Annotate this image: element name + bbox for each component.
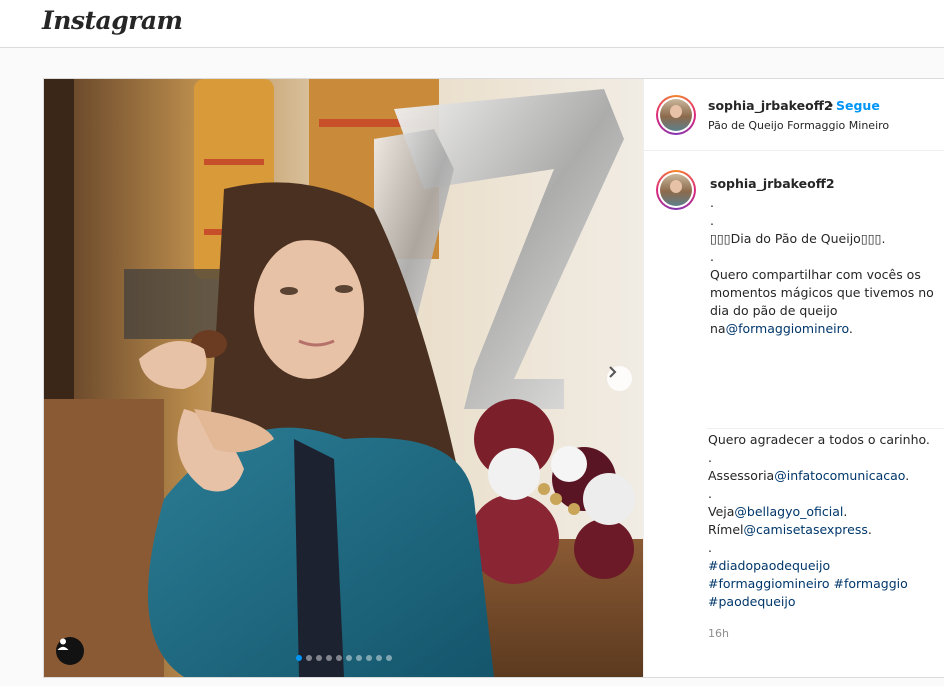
caption-line: . [708,485,712,503]
caption-line: #formaggiomineiro #formaggio [708,575,908,593]
carousel-dot [316,655,322,661]
caption-text: . [710,195,714,210]
carousel-indicators [296,655,392,661]
caption-line: . [708,539,712,557]
caption-text: na [710,321,726,336]
mention-link[interactable]: @formaggiomineiro [726,321,849,336]
instagram-logo[interactable]: Instagram [42,6,183,35]
caption-text: momentos mágicos que tivemos no [710,285,934,300]
caption-line: na@formaggiomineiro. [710,320,853,338]
caption-text: . [708,540,712,555]
caption-text: Assessoria [708,468,775,483]
mention-link[interactable]: @bellagyo_oficial [734,504,843,519]
carousel-dot [326,655,332,661]
caption-line: Rímel@camisetasexpress. [708,521,872,539]
post-dialog: sophia_jrbakeoff2 • Segue Pão de Queijo … [43,78,944,678]
caption-username[interactable]: sophia_jrbakeoff2 [710,176,835,191]
caption-line: . [708,449,712,467]
caption-line: Assessoria@infatocomunicacao. [708,467,909,485]
caption-line: ▯▯▯Dia do Pão de Queijo▯▯▯. [710,230,885,248]
carousel-dot [386,655,392,661]
top-navigation-bar: Instagram [0,0,944,48]
caption-text: Quero compartilhar com vocês os [710,267,921,282]
post-sidebar: sophia_jrbakeoff2 • Segue Pão de Queijo … [643,79,944,677]
caption-text: dia do pão de queijo [710,303,838,318]
post-timestamp[interactable]: 16h [708,627,729,640]
caption-punctuation: . [848,321,853,336]
caption-line: dia do pão de queijo [710,302,838,320]
carousel-dot [346,655,352,661]
carousel-dot [336,655,342,661]
follow-separator: • [827,98,835,113]
caption-line: . [710,248,714,266]
post-media[interactable] [44,79,643,677]
caption-line: #diadopaodequeijo [708,557,830,575]
caption-text: . [710,213,714,228]
caption-punctuation: . [867,522,872,537]
caption-line: Quero agradecer a todos o carinho. [708,431,930,449]
caption-line: Veja@bellagyo_oficial. [708,503,847,521]
caption-text: ▯▯▯Dia do Pão de Queijo▯▯▯. [710,231,886,246]
caption-punctuation: . [843,504,848,519]
caption-line: Quero compartilhar com vocês os [710,266,921,284]
caption-text: . [710,249,714,264]
caption-divider [706,428,944,429]
hashtag-link[interactable]: #formaggiomineiro #formaggio [708,576,908,591]
caption-line: momentos mágicos que tivemos no [710,284,934,302]
caption-line: . [710,194,714,212]
caption-line: #paodequeijo [708,593,795,611]
caption-text: Veja [708,504,735,519]
post-photo [44,79,643,677]
caption-avatar[interactable] [656,170,696,210]
person-icon [57,638,69,650]
author-username[interactable]: sophia_jrbakeoff2 [708,98,833,113]
carousel-dot [366,655,372,661]
caption-punctuation: . [905,468,910,483]
post-location[interactable]: Pão de Queijo Formaggio Mineiro [708,119,889,132]
caption-text: Quero agradecer a todos o carinho. [708,432,930,447]
follow-button[interactable]: Segue [836,98,880,113]
carousel-dot [356,655,362,661]
author-avatar[interactable] [656,95,696,135]
carousel-next-button[interactable] [607,366,632,391]
chevron-right-icon [609,366,617,378]
carousel-dot [376,655,382,661]
carousel-dot [306,655,312,661]
caption-text: . [708,486,712,501]
hashtag-link[interactable]: #diadopaodequeijo [708,558,830,573]
caption-text: Rímel [708,522,744,537]
caption-text: . [708,450,712,465]
carousel-dot [296,655,302,661]
post-header: sophia_jrbakeoff2 • Segue Pão de Queijo … [644,79,944,151]
mention-link[interactable]: @camisetasexpress [744,522,868,537]
tagged-users-button[interactable] [56,637,84,665]
mention-link[interactable]: @infatocomunicacao [774,468,905,483]
caption-line: . [710,212,714,230]
hashtag-link[interactable]: #paodequeijo [708,594,795,609]
